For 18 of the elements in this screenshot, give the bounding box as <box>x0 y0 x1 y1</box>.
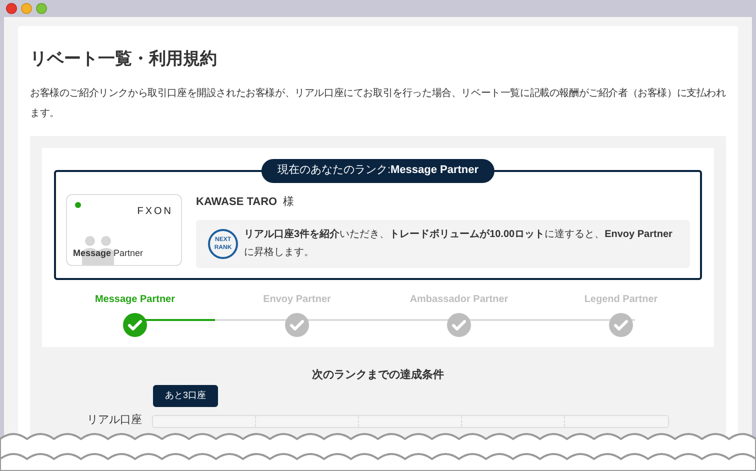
rank-step-label: Envoy Partner <box>263 293 331 307</box>
conditions-title: 次のランクまでの達成条件 <box>312 368 444 383</box>
description-text: お客様のご紹介リンクから取引口座を開設されたお客様が、リアル口座にてお取引を行った場合、リベート一覧に記載の報酬がご紹介者（お客様）に支払われます。 <box>30 86 726 120</box>
page-title: リベート一覧・利用規約 <box>30 48 218 70</box>
honorific-text: 様 <box>283 194 294 210</box>
rank-step-label: Legend Partner <box>584 293 658 307</box>
window-control-icon[interactable] <box>36 3 47 14</box>
window-control-icon[interactable] <box>21 3 32 14</box>
remaining-tooltip: あと3口座 <box>153 385 218 407</box>
window-control-icon[interactable] <box>6 3 17 14</box>
rank-heading: 現在のあなたのランク:Message Partner <box>261 158 495 182</box>
card-caption: Message Partner <box>73 246 144 260</box>
condition-label: リアル口座 <box>86 412 142 428</box>
next-rank-message: リアル口座3件を紹介いただき、トレードボリュームが10.00ロットに達すると、Envoy Partnerに昇格します。 <box>244 227 674 260</box>
rank-step-label: Ambassador Partner <box>410 293 508 307</box>
user-name: KAWASE TARO <box>196 194 278 210</box>
rank-step-label: Message Partner <box>94 293 176 307</box>
logo-text: FXON <box>137 204 173 218</box>
